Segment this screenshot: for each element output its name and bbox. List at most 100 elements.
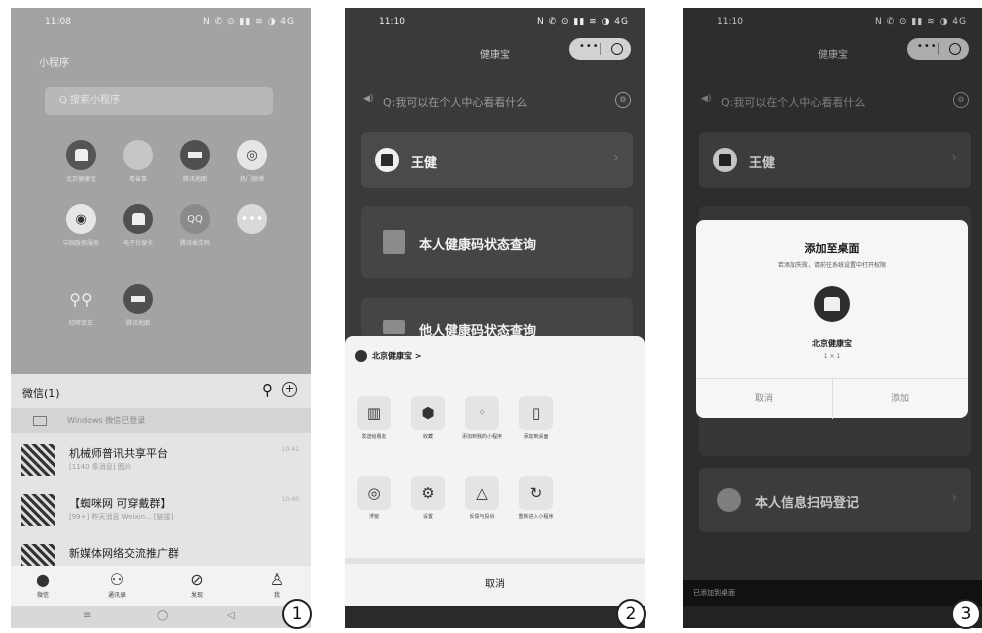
miniprogram-capsule: •••: [569, 38, 631, 60]
chat-name: 机械师普讯共享平台: [69, 447, 168, 460]
status-time: 11:08: [45, 17, 71, 27]
cancel-button[interactable]: 取消: [345, 564, 645, 606]
chat-preview: [99+] 昨天消息 Weixin... [链接]: [69, 513, 174, 521]
more-apps[interactable]: •••: [224, 204, 280, 238]
app-3[interactable]: 腾讯地图: [167, 140, 223, 183]
app-7[interactable]: QQ 腾讯乘车码: [167, 204, 223, 247]
wechat-header: 微信(1) ⚲ +: [11, 374, 311, 408]
chat-time: 10:40: [281, 496, 299, 503]
app-label: 腾讯地图: [182, 176, 207, 183]
person-icon: ♙: [269, 570, 285, 589]
app-icon: [123, 284, 153, 314]
refresh-icon: ↻: [519, 476, 553, 510]
action-sheet: 北京健康宝 > ▥ 发送给朋友 ⬢ 收藏 ⁘ 添加到我的小程序 ▯ 添加到桌面 …: [345, 336, 645, 606]
app-icon: [180, 140, 210, 170]
step-label-3: 3: [951, 599, 981, 629]
close-target-icon[interactable]: [611, 43, 623, 55]
sheet-header[interactable]: 北京健康宝 >: [355, 350, 422, 362]
menu-nav-icon[interactable]: ≡: [83, 610, 91, 621]
chat-item[interactable]: 【蜘咪网 可穿戴群】 [99+] 昨天消息 Weixin... [链接] 10:…: [11, 490, 311, 530]
hint-text: Q:我可以在个人中心看看什么: [383, 96, 528, 109]
warning-icon: △: [465, 476, 499, 510]
system-nav-bar: ≡ ◯ ◁: [11, 606, 311, 628]
tab-contacts[interactable]: ⚇ 通讯录: [97, 570, 137, 599]
search-icon[interactable]: ⚲: [262, 381, 273, 399]
app-label: 哈啰单车: [68, 320, 93, 327]
add-icon[interactable]: +: [282, 382, 297, 397]
app-2[interactable]: 粤省事: [110, 140, 166, 183]
user-name: 王健: [411, 156, 438, 171]
bicycle-icon: ⚲⚲: [69, 289, 93, 309]
cube-icon: ⬢: [411, 396, 445, 430]
wechat-title: 微信(1): [22, 387, 60, 400]
chat-name: 新媒体网络交流推广群: [69, 547, 179, 560]
phone-screen-2: 11:10 N ✆ ⊙ ▮▮ ≋ ◑ 4G 健康宝 ••• ◀) Q:我可以在个…: [345, 8, 645, 628]
app-map[interactable]: 腾讯地图: [110, 284, 166, 327]
toast-message: 已添加到桌面: [683, 580, 982, 606]
mini-program-search-input[interactable]: Q 搜索小程序: [45, 87, 273, 115]
dialog-add-button[interactable]: 添加: [832, 391, 968, 404]
option-settings[interactable]: ⚙ 设置: [405, 476, 451, 521]
app-label: 粤省事: [128, 176, 147, 183]
app-5[interactable]: ◉ 中国政务服务: [53, 204, 109, 247]
system-nav-bar: [345, 606, 645, 628]
app-icon: [123, 140, 153, 170]
tab-discover[interactable]: ⊘ 发现: [177, 570, 217, 599]
user-card[interactable]: 王健 ›: [361, 132, 633, 188]
app-name: 北京健康宝: [812, 339, 852, 348]
tab-me[interactable]: ♙ 我: [257, 570, 297, 599]
chat-name: 【蜘咪网 可穿戴群】: [69, 497, 172, 510]
phone-screen-3: 11:10 N ✆ ⊙ ▮▮ ≋ ◑ 4G 健康宝 ••• ◀) Q:我可以在个…: [683, 8, 982, 628]
dialog-subtitle: 若添加失败，请前往系统设置中打开权限: [777, 262, 886, 269]
chat-avatar: [21, 494, 55, 526]
capsule-divider: [600, 43, 601, 55]
hint-bar: ◀) Q:我可以在个人中心看看什么 ⚙: [363, 92, 631, 112]
compass-icon: ⊘: [190, 570, 204, 589]
app-icon: [123, 204, 153, 234]
back-nav-icon[interactable]: ◁: [227, 610, 235, 621]
windows-login-row[interactable]: Windows 微信已登录: [11, 408, 311, 433]
app-weibo[interactable]: ◎ 热门微博: [224, 140, 280, 183]
share-icon: ▥: [357, 396, 391, 430]
others-code-query-card[interactable]: 他人健康码状态查询: [361, 298, 633, 339]
status-icons: N ✆ ⊙ ▮▮ ≋ ◑ 4G: [203, 17, 295, 27]
more-options-icon[interactable]: •••: [579, 41, 600, 52]
chat-item[interactable]: 机械师普讯共享平台 [1140 条消息] 图片 10:41: [11, 440, 311, 480]
home-nav-icon[interactable]: ◯: [157, 610, 168, 621]
option-send-to-friend[interactable]: ▥ 发送给朋友: [351, 396, 397, 441]
chat-preview: [1140 条消息] 图片: [69, 463, 132, 471]
grid-add-icon: ⁘: [465, 396, 499, 430]
system-nav-bar: [683, 606, 982, 628]
app-label: 中国政务服务: [62, 240, 99, 247]
status-bar: 11:10 N ✆ ⊙ ▮▮ ≋ ◑ 4G: [345, 14, 645, 32]
option-reenter[interactable]: ↻ 重新进入小程序: [513, 476, 559, 521]
health-code-query-card[interactable]: 本人健康码状态查询: [361, 206, 633, 278]
option-add-to-desktop[interactable]: ▯ 添加到桌面: [513, 396, 559, 441]
option-add-to-my-miniprograms[interactable]: ⁘ 添加到我的小程序: [459, 396, 505, 441]
document-icon: [383, 320, 405, 334]
miniprogram-logo-icon: [355, 350, 367, 362]
card-title: 本人健康码状态查询: [419, 238, 537, 253]
app-6[interactable]: 电子社保卡: [110, 204, 166, 247]
dialog-cancel-button[interactable]: 取消: [696, 391, 832, 404]
app-bike[interactable]: ⚲⚲ 哈啰单车: [53, 284, 109, 328]
option-floating-window[interactable]: ◎ 浮窗: [351, 476, 397, 521]
option-label: 收藏: [422, 434, 433, 440]
settings-icon[interactable]: ⚙: [615, 92, 631, 108]
health-app-icon: [814, 286, 850, 322]
option-label: 添加到桌面: [523, 434, 549, 440]
app-label: 电子社保卡: [122, 240, 153, 247]
chat-avatar: [21, 444, 55, 476]
option-label: 发送给朋友: [361, 434, 387, 440]
gear-icon: ⚙: [411, 476, 445, 510]
app-label: 北京健康宝: [65, 176, 96, 183]
option-favorite[interactable]: ⬢ 收藏: [405, 396, 451, 441]
app-icon: ◉: [66, 204, 96, 234]
option-feedback[interactable]: △ 反馈与投诉: [459, 476, 505, 521]
app-beijing-health[interactable]: 北京健康宝: [53, 140, 109, 183]
float-window-icon: ◎: [357, 476, 391, 510]
tab-chats[interactable]: ● 微信: [23, 570, 63, 599]
weibo-icon: ◎: [237, 140, 267, 170]
app-icon: QQ: [180, 204, 210, 234]
tab-bar: ● 微信 ⚇ 通讯录 ⊘ 发现 ♙ 我: [11, 566, 311, 606]
